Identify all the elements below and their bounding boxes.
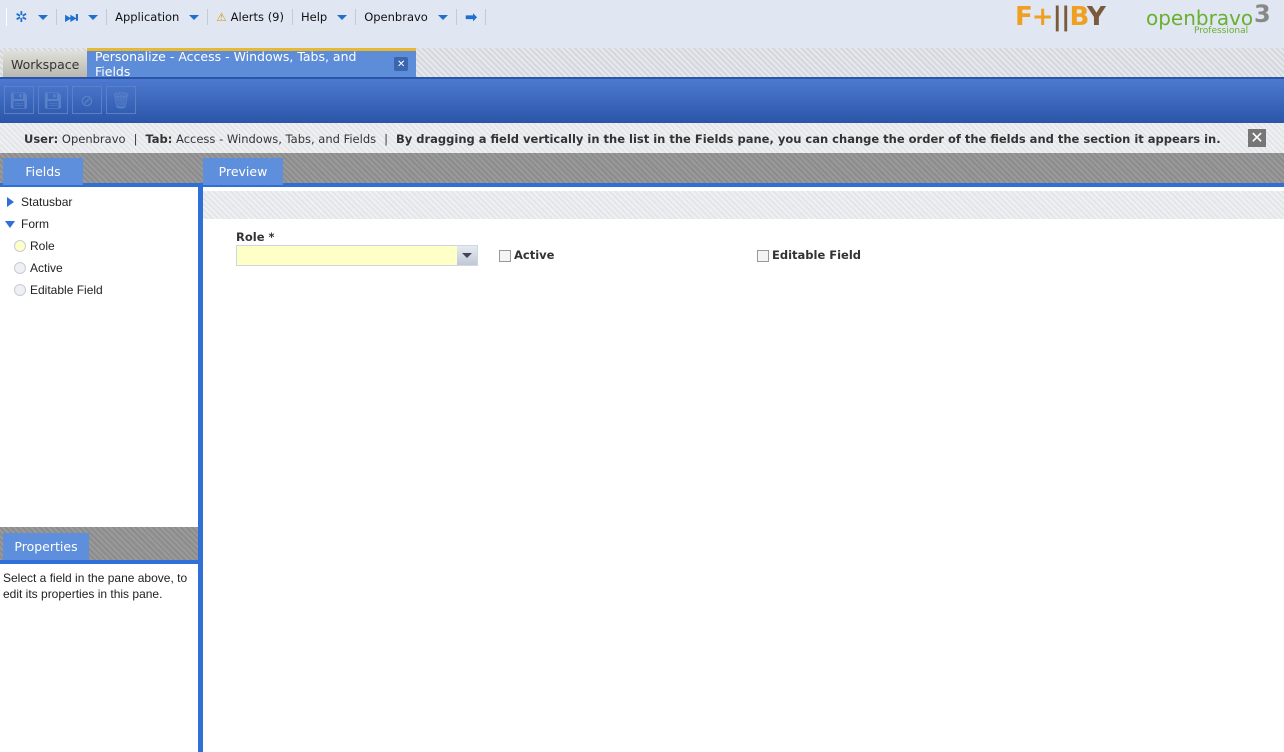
user-menu[interactable]: Openbravo [356, 9, 457, 25]
pane-splitter[interactable] [198, 187, 203, 752]
editable-field-checkbox[interactable] [757, 250, 769, 262]
save-close-icon: 💾︎ [42, 90, 64, 110]
role-label: Role * [236, 230, 275, 244]
help-label: Help [300, 10, 328, 24]
trash-icon: 🗑︎ [110, 90, 132, 110]
chevron-down-icon [337, 14, 348, 20]
save-close-button[interactable]: 💾︎ [38, 86, 68, 114]
close-tab-icon[interactable]: ✕ [394, 57, 408, 71]
window-tabs: Workspace Personalize - Access - Windows… [0, 48, 1284, 79]
tree-item-editable-field[interactable]: Editable Field [0, 279, 198, 301]
tab-label: Workspace [11, 56, 80, 72]
properties-hint: Select a field in the pane above, to edi… [3, 571, 188, 601]
preview-label: Preview [218, 164, 268, 179]
tree-node-form[interactable]: Form [0, 213, 198, 235]
user-label: User: [24, 131, 59, 146]
tab-label: Personalize - Access - Windows, Tabs, an… [95, 49, 357, 79]
info-bar: User: Openbravo | Tab: Access - Windows, … [0, 123, 1284, 154]
fields-tree: Statusbar Form Role Active Editable Fiel… [0, 191, 198, 301]
fast-forward-icon: ⏭ [64, 8, 79, 26]
logout-button[interactable]: ➡ [457, 8, 487, 26]
save-icon: 💾︎ [8, 90, 30, 110]
fields-label: Fields [25, 164, 61, 179]
tree-item-role[interactable]: Role [0, 235, 198, 257]
tab-workspace[interactable]: Workspace [3, 51, 87, 77]
node-label: Editable Field [30, 283, 103, 297]
logout-icon: ➡ [464, 8, 478, 26]
editable-field-label: Editable Field [772, 248, 862, 262]
tab-properties[interactable]: Properties [3, 533, 89, 560]
tab-fields[interactable]: Fields [3, 158, 83, 185]
expand-icon[interactable] [7, 197, 14, 207]
chevron-down-icon [37, 14, 48, 20]
info-message: By dragging a field vertically in the li… [396, 131, 1221, 146]
chevron-down-icon [189, 14, 200, 20]
fb-logo: F+||BY [1015, 2, 1106, 32]
tab-label: Tab: [145, 131, 173, 146]
field-required-icon [14, 240, 26, 252]
node-label: Statusbar [21, 195, 73, 209]
cancel-button[interactable]: ⊘ [72, 86, 102, 114]
openbravo-logo: openbravo Professional 3 [1146, 0, 1271, 36]
delete-button[interactable]: 🗑︎ [106, 86, 136, 114]
main-menu: ✲ ⏭ Application ⚠ Alerts (9) Help Openbra… [6, 8, 487, 26]
preview-strip [203, 191, 1284, 219]
toolbar: 💾︎ 💾︎ ⊘ 🗑︎ [0, 77, 1284, 123]
asterisk-icon: ✲ [15, 8, 28, 26]
tree-node-statusbar[interactable]: Statusbar [0, 191, 198, 213]
user-menu-label: Openbravo [364, 10, 428, 24]
properties-pane-header: Properties [0, 527, 198, 564]
warning-icon: ⚠ [216, 10, 227, 24]
role-combo[interactable] [236, 245, 478, 266]
save-button[interactable]: 💾︎ [4, 86, 34, 114]
active-checkbox[interactable] [499, 250, 511, 262]
alerts-button[interactable]: ⚠ Alerts (9) [208, 9, 293, 25]
quick-create-menu[interactable]: ✲ [7, 8, 57, 26]
collapse-icon[interactable] [5, 220, 15, 228]
help-menu[interactable]: Help [293, 9, 357, 25]
node-label: Role [30, 239, 55, 253]
chevron-down-icon [437, 14, 448, 20]
field-icon [14, 284, 26, 296]
close-info-icon[interactable]: ✕ [1248, 129, 1266, 147]
field-icon [14, 262, 26, 274]
application-menu[interactable]: Application [107, 9, 209, 25]
tab-preview[interactable]: Preview [203, 158, 283, 185]
alerts-label: Alerts (9) [230, 10, 284, 24]
user-value: Openbravo [61, 131, 126, 146]
application-label: Application [115, 10, 180, 24]
fields-pane-header: Fields [0, 153, 198, 187]
preview-pane-header: Preview [198, 153, 1284, 187]
node-label: Active [30, 261, 63, 275]
tab-personalize[interactable]: Personalize - Access - Windows, Tabs, an… [87, 48, 416, 79]
quick-launch-menu[interactable]: ⏭ [57, 8, 108, 26]
chevron-down-icon [88, 14, 99, 20]
properties-label: Properties [14, 539, 78, 554]
cancel-icon: ⊘ [80, 90, 94, 110]
active-label: Active [514, 248, 555, 262]
chevron-down-icon[interactable] [457, 246, 477, 265]
top-navigation-bar: ✲ ⏭ Application ⚠ Alerts (9) Help Openbra… [0, 0, 1284, 48]
tab-value: Access - Windows, Tabs, and Fields [176, 131, 377, 146]
tree-item-active[interactable]: Active [0, 257, 198, 279]
node-label: Form [21, 217, 49, 231]
